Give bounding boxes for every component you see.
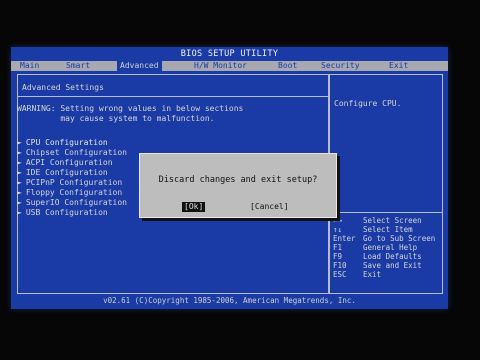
tab-hw-monitor[interactable]: H/W Monitor [191, 61, 250, 71]
arrow-right-icon: ► [17, 148, 22, 157]
key-label: ↑↓ [333, 225, 343, 234]
menu-item-pcipnp-configuration[interactable]: ► PCIPnP Configuration [17, 178, 122, 187]
key-description: Save and Exit [363, 261, 422, 270]
key-description: Go to Sub Screen [363, 234, 436, 243]
key-label: ←→ [333, 216, 343, 225]
menu-item-label: Floppy Configuration [25, 188, 123, 197]
menu-item-cpu-configuration[interactable]: ► CPU Configuration [17, 138, 108, 147]
discard-changes-dialog: Discard changes and exit setup? [Ok] [Ca… [139, 153, 337, 218]
copyright-footer: v02.61 (C)Copyright 1985-2006, American … [103, 296, 356, 305]
key-help-row: ESC Exit [333, 270, 381, 279]
divider [330, 212, 442, 213]
key-help-row: F9 Load Defaults [333, 252, 422, 261]
divider [18, 96, 328, 97]
key-label: F1 [333, 243, 343, 252]
key-label: F10 [333, 261, 347, 270]
key-description: Select Item [363, 225, 413, 234]
arrow-right-icon: ► [17, 138, 22, 147]
cancel-button[interactable]: [Cancel] [248, 202, 291, 212]
menu-item-superio-configuration[interactable]: ► SuperIO Configuration [17, 198, 127, 207]
key-description: Select Screen [363, 216, 422, 225]
ok-button[interactable]: [Ok] [182, 202, 206, 212]
tab-boot[interactable]: Boot [275, 61, 300, 71]
warning-line-1: WARNING: Setting wrong values in below s… [17, 104, 244, 113]
arrow-right-icon: ► [17, 168, 22, 177]
key-help-row: F1 General Help [333, 243, 417, 252]
tab-main[interactable]: Main [17, 61, 42, 71]
menu-item-label: PCIPnP Configuration [25, 178, 123, 187]
warning-text: WARNING: Setting wrong values in below s… [17, 104, 243, 124]
menu-item-ide-configuration[interactable]: ► IDE Configuration [17, 168, 108, 177]
arrow-right-icon: ► [17, 188, 22, 197]
menu-item-label: CPU Configuration [25, 138, 108, 147]
menu-item-label: ACPI Configuration [25, 158, 113, 167]
menu-item-acpi-configuration[interactable]: ► ACPI Configuration [17, 158, 113, 167]
menu-item-floppy-configuration[interactable]: ► Floppy Configuration [17, 188, 122, 197]
key-help-row: ↑↓ Select Item [333, 225, 413, 234]
key-description: Load Defaults [363, 252, 422, 261]
key-description: Exit [363, 270, 382, 279]
menu-item-label: Chipset Configuration [25, 148, 127, 157]
arrow-right-icon: ► [17, 158, 22, 167]
tab-advanced[interactable]: Advanced [117, 61, 162, 71]
arrow-right-icon: ► [17, 178, 22, 187]
bios-title: BIOS SETUP UTILITY [180, 49, 279, 59]
key-help-row: F10 Save and Exit [333, 261, 422, 270]
key-label: Enter [333, 234, 356, 243]
tab-exit[interactable]: Exit [386, 61, 411, 71]
key-help-row: Enter Go to Sub Screen [333, 234, 435, 243]
tab-security[interactable]: Security [318, 61, 363, 71]
key-label: F9 [333, 252, 343, 261]
menu-item-chipset-configuration[interactable]: ► Chipset Configuration [17, 148, 127, 157]
key-label: ESC [333, 270, 347, 279]
menu-item-label: USB Configuration [25, 208, 108, 217]
warning-line-2: may cause system to malfunction. [17, 114, 215, 123]
arrow-right-icon: ► [17, 198, 22, 207]
section-title: Advanced Settings [22, 83, 104, 92]
arrow-right-icon: ► [17, 208, 22, 217]
key-help-row: ←→ Select Screen [333, 216, 422, 225]
dialog-message: Discard changes and exit setup? [158, 175, 318, 185]
key-description: General Help [363, 243, 418, 252]
menu-item-usb-configuration[interactable]: ► USB Configuration [17, 208, 108, 217]
tab-smart[interactable]: Smart [63, 61, 93, 71]
menu-item-label: SuperIO Configuration [25, 198, 127, 207]
help-text: Configure CPU. [334, 99, 402, 108]
menu-item-label: IDE Configuration [25, 168, 108, 177]
